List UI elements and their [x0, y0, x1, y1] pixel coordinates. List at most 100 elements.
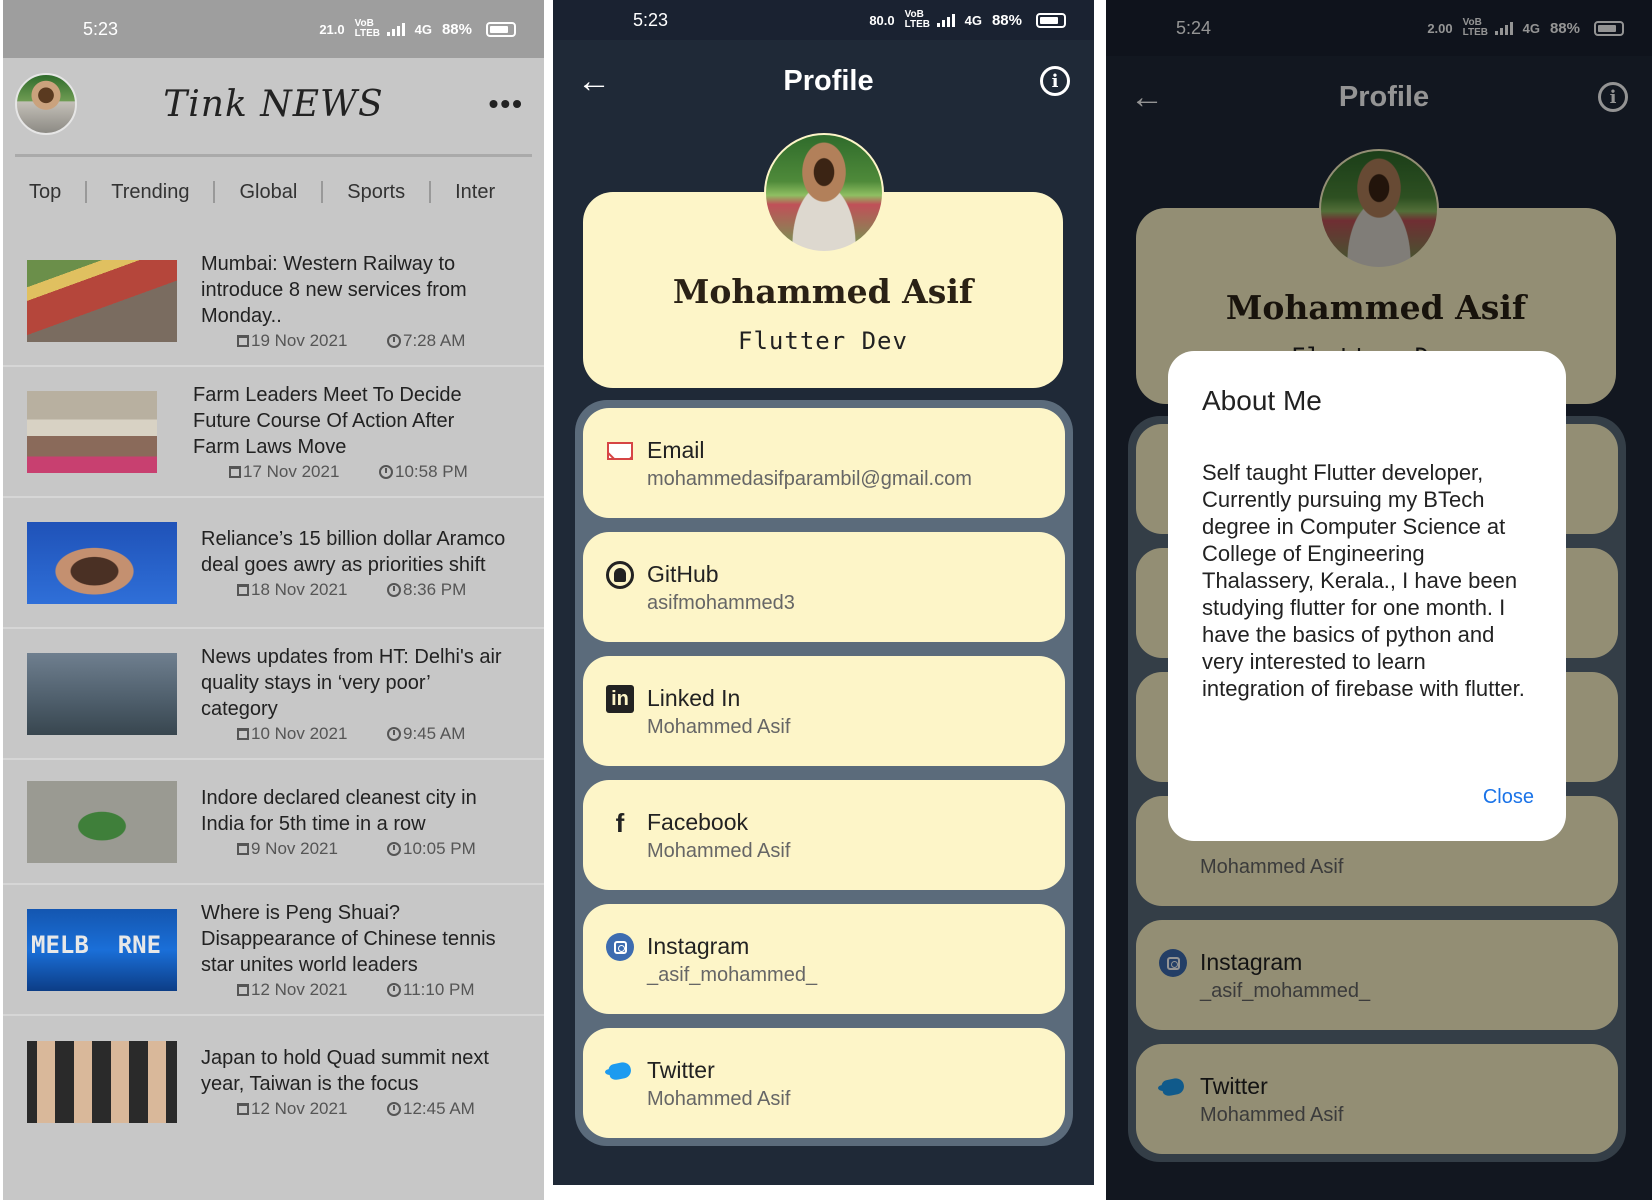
network-speed: 21.0: [319, 21, 345, 37]
volte-icon: VoB LTEB: [354, 18, 380, 39]
news-time: 12:45 AM: [403, 1098, 475, 1118]
profile-role: Flutter Dev: [738, 327, 908, 355]
tab-sports[interactable]: Sports: [323, 180, 432, 203]
news-title: Japan to hold Quad summit next year, Tai…: [201, 1046, 489, 1095]
news-time: 9:45 AM: [403, 723, 466, 743]
news-screen: 5:23 21.0 VoB LTEB 4G 88% Tink NEWS ••• …: [3, 0, 544, 1200]
battery-icon: [1036, 12, 1066, 28]
contact-value: _asif_mohammed_: [647, 964, 818, 986]
news-item[interactable]: Indore declared cleanest city in India f…: [3, 760, 544, 885]
mail-icon: [607, 442, 633, 460]
calendar-icon: [237, 334, 249, 347]
contact-value: mohammedasifparambil@gmail.com: [647, 468, 972, 490]
tab-global[interactable]: Global: [215, 180, 324, 203]
signal-icon: [386, 22, 405, 36]
news-title: Where is Peng Shuai? Disappearance of Ch…: [201, 901, 496, 976]
news-title: Mumbai: Western Railway to introduce 8 n…: [201, 252, 467, 327]
news-item[interactable]: Japan to hold Quad summit next year, Tai…: [3, 1016, 544, 1147]
app-title: Tink NEWS: [163, 83, 384, 125]
back-arrow-icon[interactable]: ←: [577, 62, 617, 101]
tab-top[interactable]: Top: [15, 180, 88, 203]
news-title: Indore declared cleanest city in India f…: [201, 786, 477, 835]
contact-list: Email mohammedasifparambil@gmail.com GitH…: [575, 400, 1073, 1146]
contact-label: Email: [647, 437, 705, 463]
network-speed: 80.0: [869, 12, 895, 28]
news-thumbnail: [27, 780, 177, 863]
news-date: 19 Nov 2021: [251, 330, 348, 350]
tab-trending[interactable]: Trending: [87, 180, 216, 203]
news-item[interactable]: Reliance’s 15 billion dollar Aramco deal…: [3, 498, 544, 629]
news-date: 10 Nov 2021: [251, 723, 348, 743]
news-thumbnail: [27, 259, 177, 342]
network-type: 4G: [414, 21, 432, 37]
close-button[interactable]: Close: [1483, 786, 1534, 809]
status-time: 5:23: [83, 18, 119, 39]
profile-avatar: [763, 133, 884, 253]
category-tabs: Top Trending Global Sports Inter: [15, 154, 532, 226]
news-date: 9 Nov 2021: [251, 838, 338, 858]
news-date: 12 Nov 2021: [251, 979, 348, 999]
calendar-icon: [237, 1102, 249, 1115]
contact-facebook[interactable]: f Facebook Mohammed Asif: [583, 780, 1065, 890]
instagram-icon: [606, 933, 634, 961]
contact-label: Linked In: [647, 685, 741, 711]
news-date: 17 Nov 2021: [243, 461, 340, 481]
contact-github[interactable]: GitHub asifmohammed3: [583, 532, 1065, 642]
news-item[interactable]: Mumbai: Western Railway to introduce 8 n…: [3, 236, 544, 367]
news-thumbnail: [27, 652, 177, 735]
news-time: 10:05 PM: [403, 838, 476, 858]
contact-email[interactable]: Email mohammedasifparambil@gmail.com: [583, 408, 1065, 518]
status-time: 5:23: [633, 9, 669, 30]
news-date: 12 Nov 2021: [251, 1098, 348, 1118]
clock-icon: [387, 841, 401, 856]
battery-icon: [486, 21, 516, 37]
contact-value: Mohammed Asif: [647, 840, 791, 862]
status-bar: 5:23 80.0 VoB LTEB 4G 88%: [553, 0, 1094, 40]
news-title: News updates from HT: Delhi's air qualit…: [201, 645, 502, 720]
profile-name: Mohammed Asif: [672, 272, 974, 311]
news-list: Mumbai: Western Railway to introduce 8 n…: [3, 236, 544, 1147]
news-title: Reliance’s 15 billion dollar Aramco deal…: [201, 527, 506, 576]
contact-linkedin[interactable]: in Linked In Mohammed Asif: [583, 656, 1065, 766]
info-icon[interactable]: i: [1040, 66, 1070, 96]
contact-instagram[interactable]: Instagram _asif_mohammed_: [583, 904, 1065, 1014]
calendar-icon: [237, 983, 249, 996]
news-time: 8:36 PM: [403, 579, 467, 599]
tab-international[interactable]: Inter: [431, 181, 519, 203]
contact-label: Facebook: [647, 809, 749, 835]
dialog-body: Self taught Flutter developer, Currently…: [1202, 460, 1525, 701]
clock-icon: [387, 333, 401, 348]
network-type: 4G: [964, 12, 982, 28]
clock-icon: [379, 464, 393, 479]
calendar-icon: [229, 465, 241, 478]
news-item[interactable]: MELB RNE Where is Peng Shuai? Disappeara…: [3, 885, 544, 1016]
contact-twitter[interactable]: Twitter Mohammed Asif: [583, 1028, 1065, 1138]
news-time: 11:10 PM: [403, 979, 475, 999]
github-icon: [606, 561, 634, 589]
facebook-icon: f: [615, 807, 625, 838]
news-time: 7:28 AM: [403, 330, 466, 350]
twitter-icon: [605, 1059, 635, 1083]
contact-value: asifmohammed3: [647, 592, 795, 614]
clock-icon: [387, 726, 401, 741]
news-item[interactable]: Farm Leaders Meet To Decide Future Cours…: [3, 367, 544, 498]
news-thumbnail: [27, 521, 177, 604]
profile-screen: 5:23 80.0 VoB LTEB 4G 88% ← Profile i Mo…: [553, 0, 1094, 1185]
contact-value: Mohammed Asif: [647, 716, 791, 738]
contact-label: Instagram: [647, 933, 750, 959]
volte-icon: VoB LTEB: [904, 9, 930, 30]
app-header: Tink NEWS •••: [3, 58, 544, 150]
dialog-title: About Me: [1202, 385, 1322, 416]
calendar-icon: [237, 727, 249, 740]
news-item[interactable]: News updates from HT: Delhi's air qualit…: [3, 629, 544, 760]
contact-label: GitHub: [647, 561, 719, 587]
profile-about-dialog-screen: 5:24 2.00 VoB LTEB 4G 88% ← Profile i Mo…: [1106, 0, 1652, 1200]
signal-icon: [936, 13, 955, 27]
clock-icon: [387, 982, 401, 997]
news-title: Farm Leaders Meet To Decide Future Cours…: [193, 383, 462, 458]
news-time: 10:58 PM: [395, 461, 468, 481]
thumbnail-caption: MELB RNE: [31, 930, 162, 959]
battery-percent: 88%: [991, 11, 1022, 29]
battery-percent: 88%: [441, 20, 472, 38]
news-thumbnail: MELB RNE: [27, 908, 177, 991]
